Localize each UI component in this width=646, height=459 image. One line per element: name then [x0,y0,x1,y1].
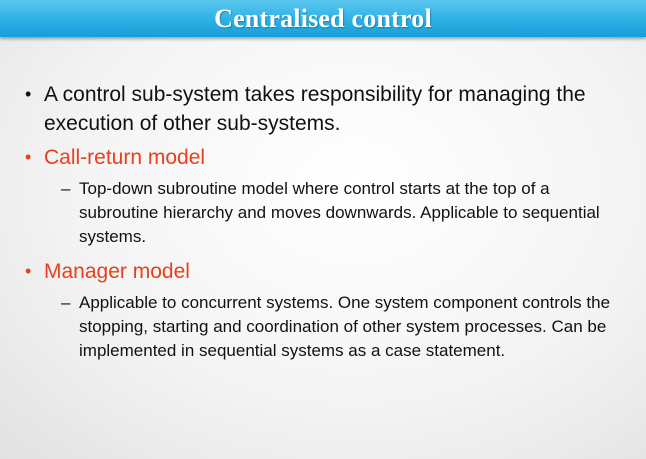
bullet-control-subsystem: • A control sub-system takes responsibil… [22,80,622,138]
bullet-dot-icon: • [25,84,32,104]
bullet-manager-model: • Manager model [22,257,622,286]
bullet-dot-icon: • [25,261,32,281]
bullet-call-return-model: • Call-return model [22,143,622,172]
dash-icon: – [61,293,71,312]
sub-bullet-text: Top-down subroutine model where control … [79,179,600,246]
dash-icon: – [61,179,71,198]
bullet-text: Manager model [44,260,190,283]
slide-content: • A control sub-system takes responsibil… [22,80,622,363]
slide-title: Centralised control [214,3,432,33]
bullet-dot-icon: • [25,147,32,167]
sub-bullet-text: Applicable to concurrent systems. One sy… [79,293,611,360]
bullet-text: Call-return model [44,146,206,169]
title-bar: Centralised control [0,0,646,37]
sub-bullet-call-return: – Top-down subroutine model where contro… [61,177,622,249]
bullet-text: A control sub-system takes responsibilit… [44,83,586,135]
sub-bullet-manager: – Applicable to concurrent systems. One … [61,291,622,363]
